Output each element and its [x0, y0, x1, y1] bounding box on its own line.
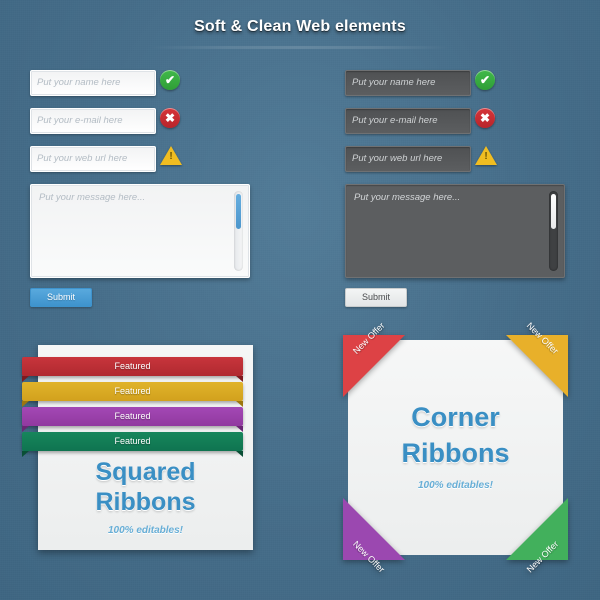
ribbon-featured-yellow[interactable]: Featured [22, 382, 243, 407]
contact-form-light: Put your name here ✔ Put your e-mail her… [30, 70, 250, 307]
corner-ribbon-label-top-left: New Offer [351, 320, 387, 357]
name-input-dark[interactable]: Put your name here [345, 70, 471, 96]
status-error-icon-email: ✖ [160, 108, 182, 130]
corner-ribbon-top-right[interactable]: New Offer [506, 320, 568, 397]
message-placeholder-dark: Put your message here... [354, 192, 461, 203]
error-icon: ✖ [160, 108, 180, 128]
status-warning-icon-url-dark: ! [475, 146, 497, 168]
corner-ribbon-label-bottom-right: New Offer [524, 538, 560, 575]
name-input[interactable]: Put your name here [30, 70, 156, 96]
warning-glyph: ! [169, 151, 173, 162]
message-textarea-dark[interactable]: Put your message here... [345, 184, 565, 278]
ribbon-featured-purple[interactable]: Featured [22, 407, 243, 432]
scrollbar-thumb[interactable] [236, 194, 241, 229]
ribbon-featured-red[interactable]: Featured [22, 357, 243, 382]
ribbon-featured-green[interactable]: Featured [22, 432, 243, 457]
warning-icon: ! [475, 146, 497, 165]
check-icon: ✔ [160, 70, 180, 90]
status-check-icon-name: ✔ [160, 70, 182, 92]
squared-heading-line2: Ribbons [95, 488, 196, 516]
field-row-email-dark: Put your e-mail here ✖ [345, 108, 565, 141]
corner-ribbon-bottom-right[interactable]: New Offer [506, 498, 568, 575]
submit-button[interactable]: Submit [30, 288, 92, 307]
corner-ribbon-label-top-right: New Offer [524, 320, 560, 357]
textarea-scrollbar[interactable] [234, 191, 243, 271]
corner-ribbon-bottom-left[interactable]: New Offer [343, 498, 405, 575]
url-input-dark[interactable]: Put your web url here [345, 146, 471, 172]
submit-button-dark[interactable]: Submit [345, 288, 407, 307]
field-row-name-dark: Put your name here ✔ [345, 70, 565, 103]
squared-subtitle: 100% editables! [107, 525, 184, 536]
corner-ribbon-label-bottom-left: New Offer [351, 538, 387, 575]
squared-heading-line1: Squared [95, 458, 196, 486]
title-divider [150, 46, 450, 49]
scrollbar-thumb-dark[interactable] [551, 194, 556, 229]
field-row-url-dark: Put your web url here ! [345, 146, 565, 179]
corner-subtitle: 100% editables! [417, 480, 494, 491]
textarea-scrollbar-dark[interactable] [549, 191, 558, 271]
warning-icon: ! [160, 146, 182, 165]
email-input-dark[interactable]: Put your e-mail here [345, 108, 471, 134]
field-row-url: Put your web url here ! [30, 146, 250, 179]
message-textarea[interactable]: Put your message here... [30, 184, 250, 278]
corner-ribbon-top-left[interactable]: New Offer [343, 320, 405, 397]
corner-heading-line2: Ribbons [401, 438, 510, 468]
page-title: Soft & Clean Web elements [194, 18, 406, 35]
page-canvas: Soft & Clean Web elements Put your name … [0, 0, 600, 600]
check-icon: ✔ [475, 70, 495, 90]
field-row-name: Put your name here ✔ [30, 70, 250, 103]
status-check-icon-name-dark: ✔ [475, 70, 497, 92]
url-input[interactable]: Put your web url here [30, 146, 156, 172]
status-error-icon-email-dark: ✖ [475, 108, 497, 130]
corner-ribbons-card: New Offer New Offer New Offer New Offer … [343, 320, 568, 575]
error-icon: ✖ [475, 108, 495, 128]
contact-form-dark: Put your name here ✔ Put your e-mail her… [345, 70, 565, 307]
email-input[interactable]: Put your e-mail here [30, 108, 156, 134]
field-row-email: Put your e-mail here ✖ [30, 108, 250, 141]
message-placeholder: Put your message here... [39, 192, 146, 203]
warning-glyph: ! [484, 151, 488, 162]
squared-ribbons-card: Featured Featured Featured Featured Squa… [22, 345, 253, 550]
corner-heading-line1: Corner [411, 402, 500, 432]
status-warning-icon-url: ! [160, 146, 182, 168]
